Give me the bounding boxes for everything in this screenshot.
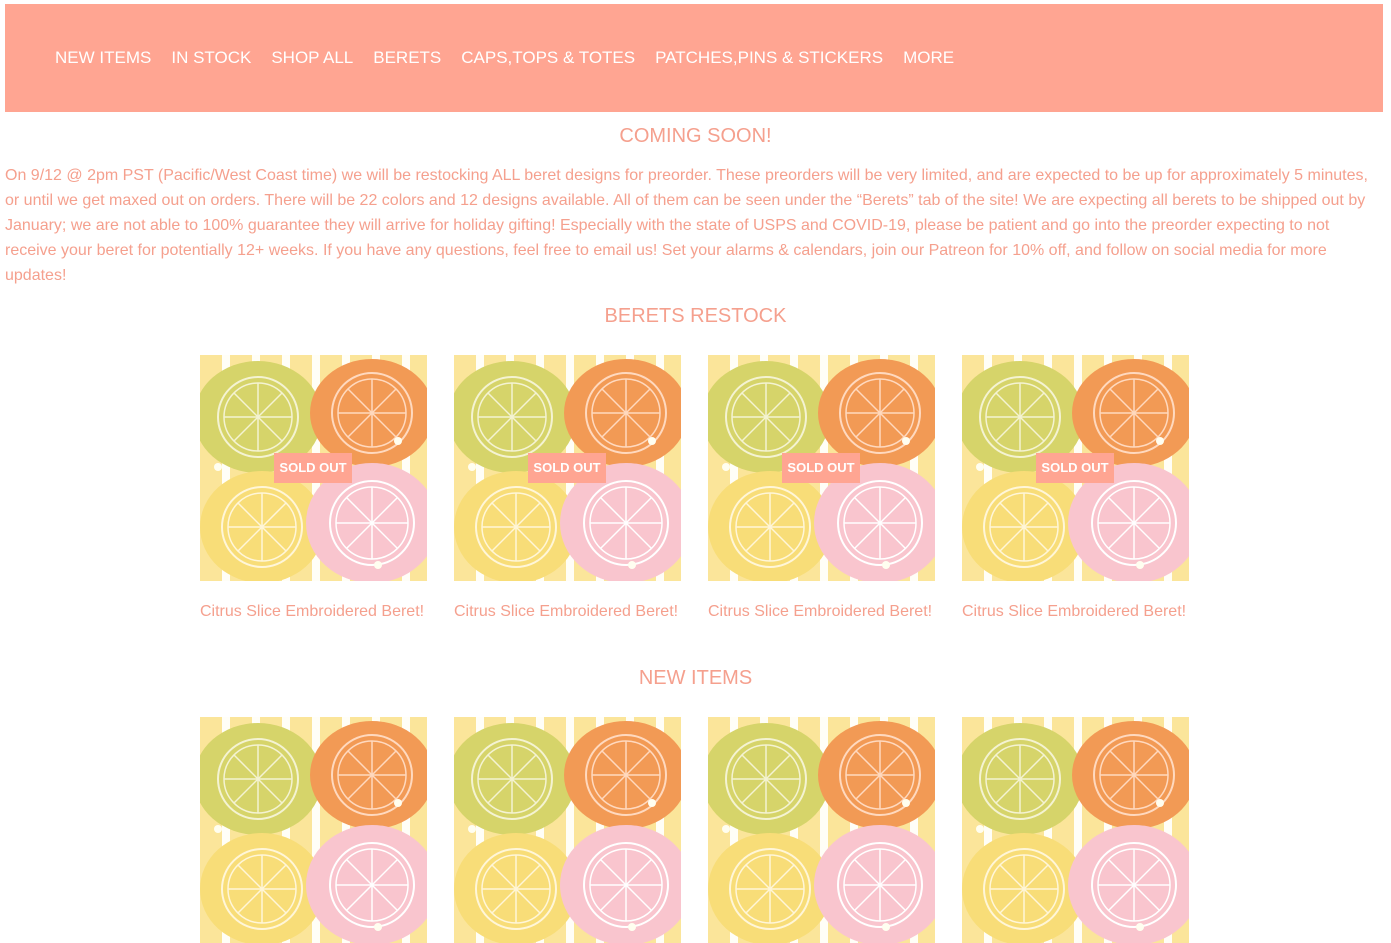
- product-title[interactable]: Citrus Slice Embroidered Beret!: [708, 603, 935, 621]
- product-card[interactable]: SOLD OUT Citrus Slice Embroidered Beret!: [962, 355, 1189, 621]
- top-nav-bar: NEW ITEMS IN STOCK SHOP ALL BERETS CAPS,…: [5, 4, 1383, 112]
- new-items-heading: NEW ITEMS: [638, 667, 753, 689]
- sold-out-badge: SOLD OUT: [274, 453, 352, 483]
- nav-item-caps-tops-totes[interactable]: CAPS,TOPS & TOTES: [461, 48, 635, 68]
- product-card[interactable]: [962, 717, 1189, 943]
- product-card[interactable]: [200, 717, 427, 943]
- product-card[interactable]: SOLD OUT Citrus Slice Embroidered Beret!: [708, 355, 935, 621]
- nav-item-new-items[interactable]: NEW ITEMS: [55, 48, 151, 68]
- nav-item-shop-all[interactable]: SHOP ALL: [271, 48, 353, 68]
- product-image[interactable]: SOLD OUT: [962, 355, 1189, 581]
- restock-product-grid: SOLD OUT Citrus Slice Embroidered Beret!…: [200, 355, 1216, 621]
- new-items-product-grid: [200, 717, 1216, 943]
- product-title[interactable]: Citrus Slice Embroidered Beret!: [454, 603, 681, 621]
- sold-out-badge: SOLD OUT: [528, 453, 606, 483]
- product-title[interactable]: Citrus Slice Embroidered Beret!: [200, 603, 427, 621]
- product-title[interactable]: Citrus Slice Embroidered Beret!: [962, 603, 1189, 621]
- product-image[interactable]: [454, 717, 681, 943]
- product-card[interactable]: SOLD OUT Citrus Slice Embroidered Beret!: [200, 355, 427, 621]
- product-card[interactable]: [708, 717, 935, 943]
- nav-item-patches-pins-stickers[interactable]: PATCHES,PINS & STICKERS: [655, 48, 883, 68]
- product-image[interactable]: [708, 717, 935, 943]
- restock-notice-text: On 9/12 @ 2pm PST (Pacific/West Coast ti…: [5, 167, 1368, 284]
- product-image[interactable]: SOLD OUT: [708, 355, 935, 581]
- product-image[interactable]: [200, 717, 427, 943]
- product-image[interactable]: SOLD OUT: [200, 355, 427, 581]
- product-image[interactable]: [962, 717, 1189, 943]
- nav-item-more[interactable]: MORE: [903, 48, 954, 68]
- product-image[interactable]: SOLD OUT: [454, 355, 681, 581]
- nav-menu: NEW ITEMS IN STOCK SHOP ALL BERETS CAPS,…: [55, 48, 974, 68]
- sold-out-badge: SOLD OUT: [1036, 453, 1114, 483]
- product-card[interactable]: SOLD OUT Citrus Slice Embroidered Beret!: [454, 355, 681, 621]
- nav-item-berets[interactable]: BERETS: [373, 48, 441, 68]
- product-card[interactable]: [454, 717, 681, 943]
- sold-out-badge: SOLD OUT: [782, 453, 860, 483]
- nav-item-in-stock[interactable]: IN STOCK: [171, 48, 251, 68]
- coming-soon-heading: COMING SOON!: [619, 125, 772, 147]
- berets-restock-heading: BERETS RESTOCK: [604, 305, 787, 327]
